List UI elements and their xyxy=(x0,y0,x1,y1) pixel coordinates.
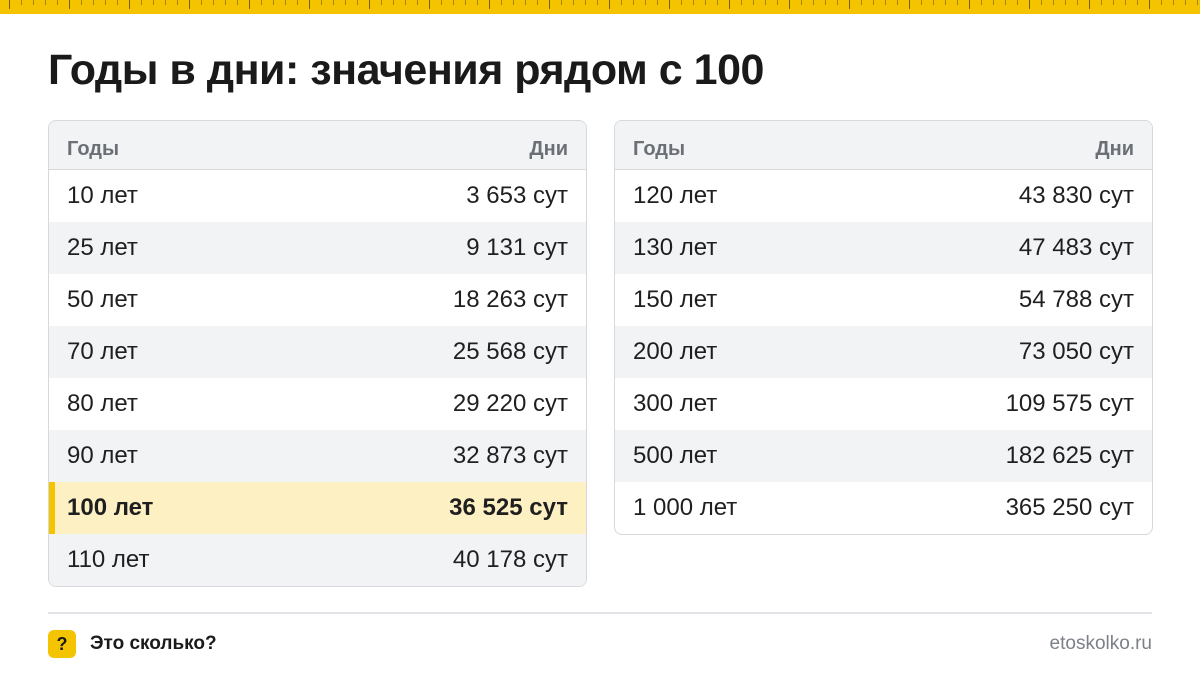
table-row: 110 лет 40 178 сут xyxy=(49,534,586,586)
cell-years: 500 лет xyxy=(633,442,718,469)
footer-divider xyxy=(48,612,1152,614)
cell-years: 130 лет xyxy=(633,234,718,261)
table-row: 130 лет 47 483 сут xyxy=(615,222,1152,274)
column-header-days: Дни xyxy=(529,137,568,160)
cell-days: 3 653 сут xyxy=(466,182,568,209)
cell-days: 36 525 сут xyxy=(449,494,568,521)
cell-years: 90 лет xyxy=(67,442,138,469)
ruler-strip xyxy=(0,0,1200,14)
table-row: 300 лет 109 575 сут xyxy=(615,378,1152,430)
cell-years: 70 лет xyxy=(67,338,138,365)
cell-days: 9 131 сут xyxy=(466,234,568,261)
table-row: 70 лет 25 568 сут xyxy=(49,326,586,378)
table-row: 200 лет 73 050 сут xyxy=(615,326,1152,378)
cell-years: 120 лет xyxy=(633,182,718,209)
cell-years: 10 лет xyxy=(67,182,138,209)
table-row: 25 лет 9 131 сут xyxy=(49,222,586,274)
table-body: 10 лет 3 653 сут 25 лет 9 131 сут 50 лет… xyxy=(49,170,586,586)
cell-days: 40 178 сут xyxy=(452,546,568,573)
cell-years: 300 лет xyxy=(633,390,718,417)
cell-years: 50 лет xyxy=(67,286,138,313)
cell-days: 25 568 сут xyxy=(452,338,568,365)
cell-years: 100 лет xyxy=(67,494,154,521)
column-header-years: Годы xyxy=(633,137,686,160)
table-row: 10 лет 3 653 сут xyxy=(49,170,586,222)
brand-name: Это сколько? xyxy=(90,633,217,654)
table-row-highlighted: 100 лет 36 525 сут xyxy=(49,482,586,534)
table-years-left: Годы Дни 10 лет 3 653 сут 25 лет 9 131 с… xyxy=(48,120,587,587)
cell-days: 47 483 сут xyxy=(1018,234,1134,261)
cell-years: 80 лет xyxy=(67,390,138,417)
cell-days: 54 788 сут xyxy=(1018,286,1134,313)
cell-years: 1 000 лет xyxy=(633,494,738,521)
column-header-years: Годы xyxy=(67,137,120,160)
page-title: Годы в дни: значения рядом с 100 xyxy=(48,46,764,94)
table-row: 80 лет 29 220 сут xyxy=(49,378,586,430)
table-row: 1 000 лет 365 250 сут xyxy=(615,482,1152,534)
table-row: 50 лет 18 263 сут xyxy=(49,274,586,326)
table-row: 500 лет 182 625 сут xyxy=(615,430,1152,482)
table-row: 90 лет 32 873 сут xyxy=(49,430,586,482)
brand-logo[interactable]: ? Это сколько? xyxy=(48,630,217,658)
cell-days: 182 625 сут xyxy=(1005,442,1134,469)
cell-days: 109 575 сут xyxy=(1005,390,1134,417)
column-header-days: Дни xyxy=(1095,137,1134,160)
cell-days: 365 250 сут xyxy=(1005,494,1134,521)
question-mark-icon: ? xyxy=(48,630,76,658)
cell-days: 29 220 сут xyxy=(452,390,568,417)
cell-days: 43 830 сут xyxy=(1018,182,1134,209)
cell-years: 200 лет xyxy=(633,338,718,365)
cell-years: 150 лет xyxy=(633,286,718,313)
cell-years: 25 лет xyxy=(67,234,138,261)
table-header: Годы Дни xyxy=(49,121,586,170)
table-years-right: Годы Дни 120 лет 43 830 сут 130 лет 47 4… xyxy=(614,120,1153,535)
table-row: 120 лет 43 830 сут xyxy=(615,170,1152,222)
cell-days: 18 263 сут xyxy=(452,286,568,313)
cell-days: 73 050 сут xyxy=(1018,338,1134,365)
table-row: 150 лет 54 788 сут xyxy=(615,274,1152,326)
cell-years: 110 лет xyxy=(67,546,150,573)
site-url-link[interactable]: etoskolko.ru xyxy=(1050,633,1152,655)
table-header: Годы Дни xyxy=(615,121,1152,170)
cell-days: 32 873 сут xyxy=(452,442,568,469)
table-body: 120 лет 43 830 сут 130 лет 47 483 сут 15… xyxy=(615,170,1152,534)
